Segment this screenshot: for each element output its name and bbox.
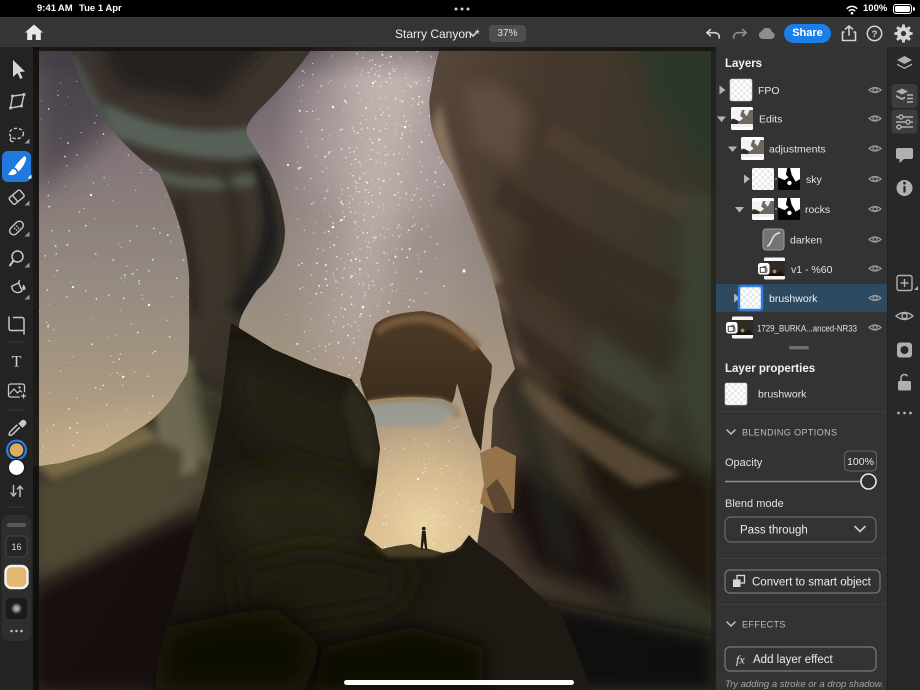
svg-text:brushwork: brushwork [769, 293, 818, 305]
svg-text:v1 - %60: v1 - %60 [791, 264, 833, 276]
svg-text:brushwork: brushwork [758, 389, 807, 401]
svg-text:Convert to smart object: Convert to smart object [752, 577, 872, 589]
svg-text:darken: darken [790, 235, 822, 247]
svg-text:Pass through: Pass through [740, 525, 808, 537]
svg-text:fx: fx [736, 653, 745, 667]
svg-text:?: ? [872, 29, 878, 40]
svg-text:Edits: Edits [759, 114, 782, 126]
svg-text:T: T [12, 354, 22, 371]
svg-text:16: 16 [11, 542, 21, 552]
svg-text:Layer properties: Layer properties [725, 363, 815, 375]
svg-text:Opacity: Opacity [725, 457, 763, 469]
svg-text:Layers: Layers [725, 58, 762, 70]
svg-text:100%: 100% [847, 456, 874, 468]
svg-text:Add layer effect: Add layer effect [753, 654, 834, 666]
svg-text:FPO: FPO [758, 85, 780, 97]
svg-text:adjustments: adjustments [769, 144, 826, 156]
svg-text:sky: sky [806, 174, 823, 186]
svg-text:rocks: rocks [805, 204, 830, 216]
svg-text:Blend mode: Blend mode [725, 498, 784, 510]
svg-text:1729_BURKA...anced-NR33: 1729_BURKA...anced-NR33 [757, 324, 857, 335]
svg-text:EFFECTS: EFFECTS [742, 620, 786, 630]
svg-text:Try adding a stroke or a drop: Try adding a stroke or a drop shadow. [725, 679, 884, 690]
svg-text:BLENDING OPTIONS: BLENDING OPTIONS [742, 428, 837, 438]
